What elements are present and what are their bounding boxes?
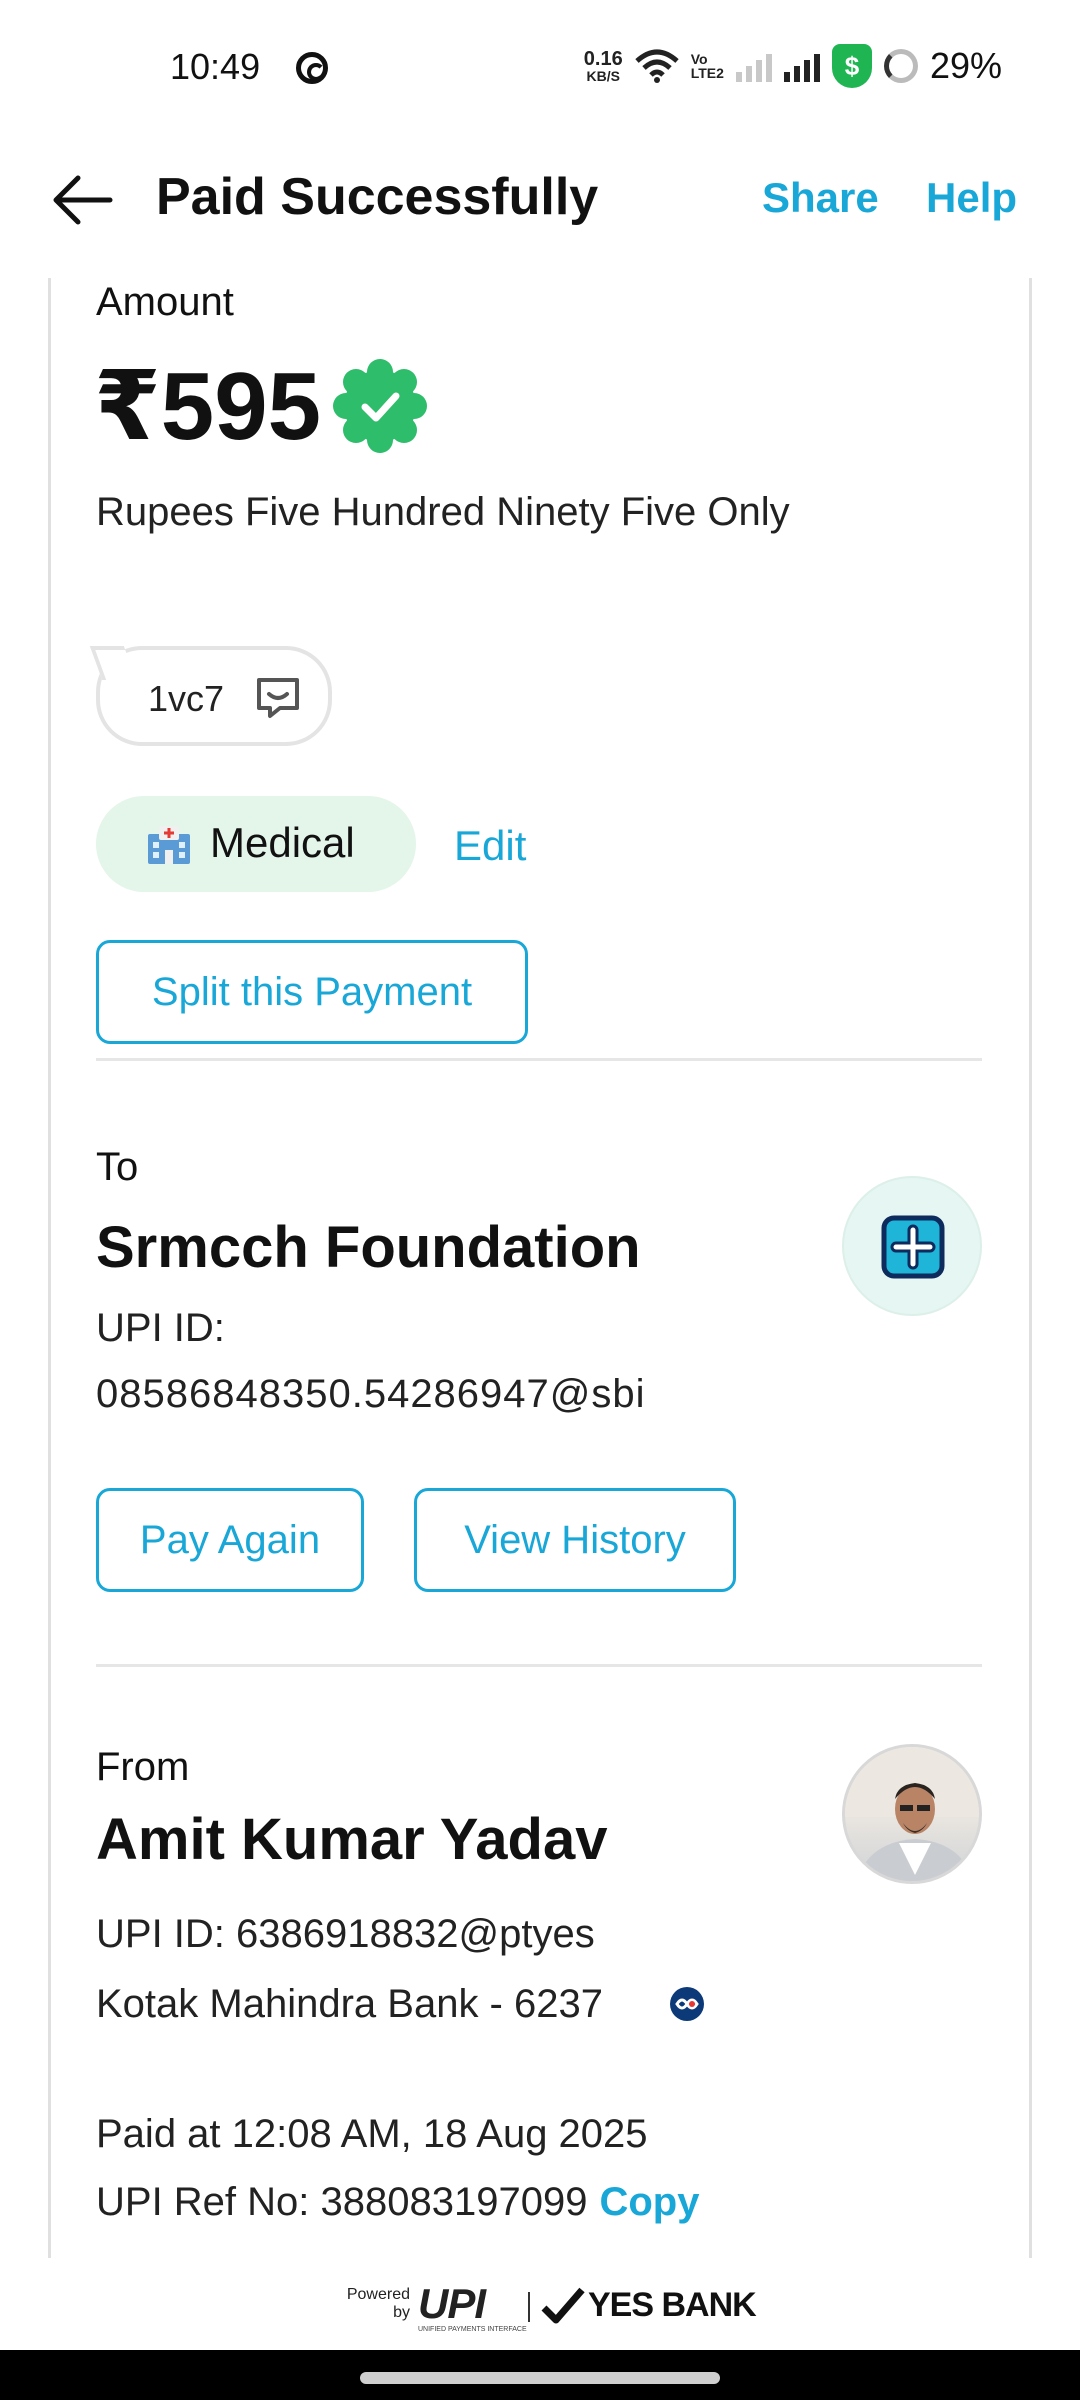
network-speed-unit: KB/S xyxy=(586,68,620,84)
network-speed-value: 0.16 xyxy=(583,48,623,70)
powered-by-label: Powered by xyxy=(338,2286,410,2322)
status-icons: 0.16 KB/S Vo LTE2 $ 29% xyxy=(584,44,1002,88)
payee-upi-label: UPI ID: xyxy=(96,1306,225,1350)
payee-upi-id: 08586848350.54286947@sbi xyxy=(96,1372,646,1416)
upi-logo: UPI xyxy=(418,2280,486,2327)
security-shield-icon: $ xyxy=(831,44,872,88)
status-bar: 10:49 0.16 KB/S Vo LTE2 $ 29% xyxy=(0,0,1080,140)
upi-ref-row: UPI Ref No: 388083197099 Copy xyxy=(96,2174,699,2230)
yes-bank-check-icon xyxy=(541,2287,585,2324)
paid-at-timestamp: Paid at 12:08 AM, 18 Aug 2025 xyxy=(96,2112,648,2156)
view-history-button[interactable]: View History xyxy=(414,1488,736,1592)
battery-percent: 29% xyxy=(929,45,1002,86)
system-nav-bar xyxy=(0,2350,1080,2400)
medical-plus-icon xyxy=(881,1215,945,1279)
section-divider xyxy=(96,1664,982,1667)
section-divider xyxy=(96,1058,982,1061)
pay-again-button[interactable]: Pay Again xyxy=(96,1488,364,1592)
from-label: From xyxy=(96,1745,190,1789)
signal-sim1-icon xyxy=(735,50,772,82)
volte-bottom: LTE2 xyxy=(690,65,724,81)
category-label: Medical xyxy=(210,819,355,866)
back-arrow-icon[interactable] xyxy=(52,172,114,228)
payee-name: Srmcch Foundation xyxy=(96,1215,641,1280)
network-speed: 0.16 KB/S xyxy=(584,49,623,83)
card-border-right xyxy=(1029,278,1032,2258)
payer-bank-account: Kotak Mahindra Bank - 6237 xyxy=(96,1982,603,2026)
home-gesture-handle[interactable] xyxy=(360,2372,720,2384)
payee-avatar xyxy=(842,1176,982,1316)
edit-category-link[interactable]: Edit xyxy=(454,818,526,874)
help-link[interactable]: Help xyxy=(926,168,1017,228)
card-border-left xyxy=(48,278,51,2258)
battery-icon xyxy=(883,49,918,83)
volte-top: Vo xyxy=(690,51,708,67)
powered-by-footer: Powered by UPI UNIFIED PAYMENTS INTERFAC… xyxy=(0,2266,1080,2350)
amount-value: ₹595 xyxy=(94,353,321,460)
app-header: Paid Successfully Share Help xyxy=(0,150,1080,250)
category-chip[interactable]: Medical xyxy=(96,796,416,892)
amount-in-words: Rupees Five Hundred Ninety Five Only xyxy=(96,490,790,534)
status-time: 10:49 xyxy=(170,46,261,87)
app-notification-icon xyxy=(296,52,328,84)
payment-note[interactable]: 1vc7 xyxy=(96,646,332,746)
wifi-icon xyxy=(635,49,679,83)
hospital-icon xyxy=(148,826,190,864)
message-icon xyxy=(257,678,299,718)
share-link[interactable]: Share xyxy=(762,168,879,228)
upi-logo-subtitle: UNIFIED PAYMENTS INTERFACE xyxy=(418,2326,527,2333)
yes-bank-logo: YES BANK xyxy=(588,2286,757,2324)
payment-note-text: 1vc7 xyxy=(148,678,225,719)
upi-ref-number: UPI Ref No: 388083197099 xyxy=(96,2180,588,2224)
payer-upi-id: UPI ID: 6386918832@ptyes xyxy=(96,1912,595,1956)
kotak-bank-logo-icon xyxy=(670,1987,704,2021)
payer-name: Amit Kumar Yadav xyxy=(96,1807,608,1872)
payer-photo xyxy=(845,1747,979,1881)
page-title: Paid Successfully xyxy=(156,168,599,226)
powered-text: Powered xyxy=(346,2286,410,2303)
split-payment-button[interactable]: Split this Payment xyxy=(96,940,528,1044)
footer-separator xyxy=(528,2292,530,2322)
to-label: To xyxy=(96,1145,139,1189)
verified-badge-icon xyxy=(333,359,427,453)
volte-indicator: Vo LTE2 xyxy=(691,52,724,80)
signal-sim2-icon xyxy=(783,50,820,82)
by-text: by xyxy=(393,2304,410,2321)
amount-label: Amount xyxy=(96,280,234,324)
payer-avatar xyxy=(842,1744,982,1884)
copy-ref-link[interactable]: Copy xyxy=(599,2180,699,2224)
